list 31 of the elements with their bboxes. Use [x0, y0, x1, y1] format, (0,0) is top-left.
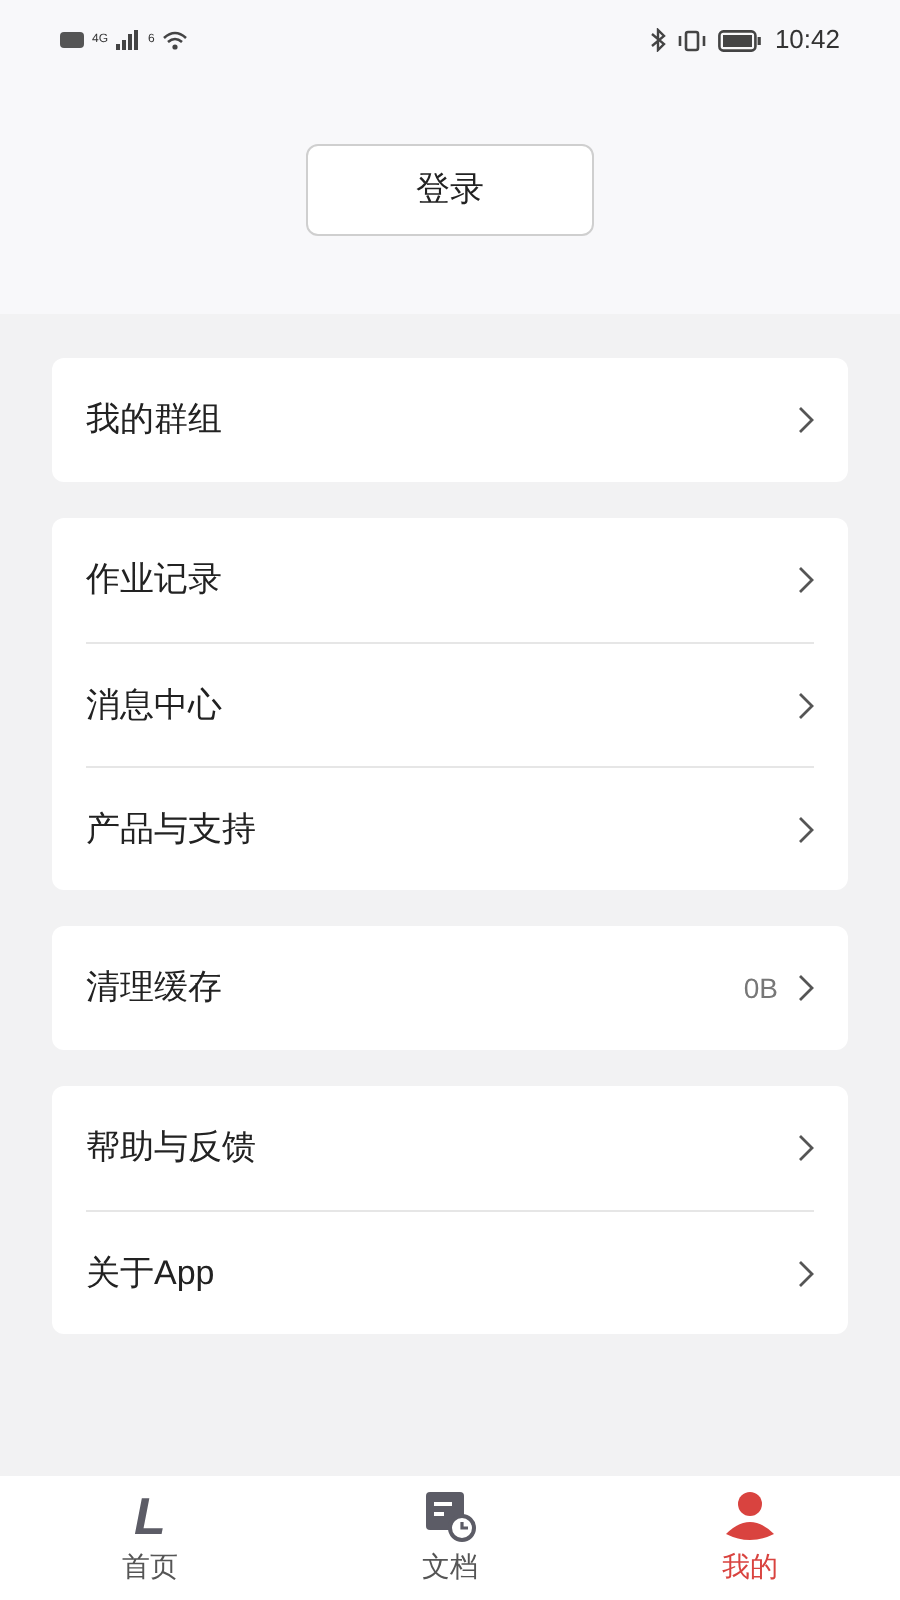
signal-icon	[116, 30, 141, 50]
chevron-right-icon	[798, 691, 814, 719]
menu-item[interactable]: 作业记录	[86, 518, 814, 642]
tab-item[interactable]: 我的	[600, 1489, 900, 1587]
menu-item[interactable]: 清理缓存 0B	[86, 926, 814, 1050]
battery-icon	[718, 29, 763, 51]
menu-item[interactable]: 消息中心	[86, 642, 814, 766]
document-clock-icon	[424, 1489, 476, 1541]
logo-icon: L	[134, 1489, 166, 1541]
tab-label: 首页	[122, 1547, 178, 1585]
tab-label: 我的	[722, 1547, 778, 1585]
chevron-right-icon	[798, 815, 814, 843]
chevron-right-icon	[798, 1134, 814, 1162]
chevron-right-icon	[798, 1259, 814, 1287]
wifi-icon	[162, 30, 189, 50]
bluetooth-icon	[650, 28, 667, 52]
person-icon	[724, 1489, 776, 1541]
chevron-right-icon	[798, 406, 814, 434]
login-button[interactable]: 登录	[306, 144, 594, 236]
menu-item[interactable]: 我的群组	[86, 358, 814, 482]
chevron-right-icon	[798, 566, 814, 594]
clock-time: 10:42	[774, 22, 840, 59]
tab-item[interactable]: 文档	[300, 1489, 600, 1587]
menu-item[interactable]: 产品与支持	[86, 766, 814, 890]
vibrate-icon	[678, 29, 707, 51]
menu-item[interactable]: 关于App	[86, 1210, 814, 1334]
menu-item[interactable]: 帮助与反馈	[86, 1086, 814, 1210]
tab-item[interactable]: L 首页	[0, 1489, 300, 1587]
chevron-right-icon	[798, 974, 814, 1002]
tab-label: 文档	[422, 1547, 478, 1585]
cache-size: 0B	[743, 969, 778, 1007]
